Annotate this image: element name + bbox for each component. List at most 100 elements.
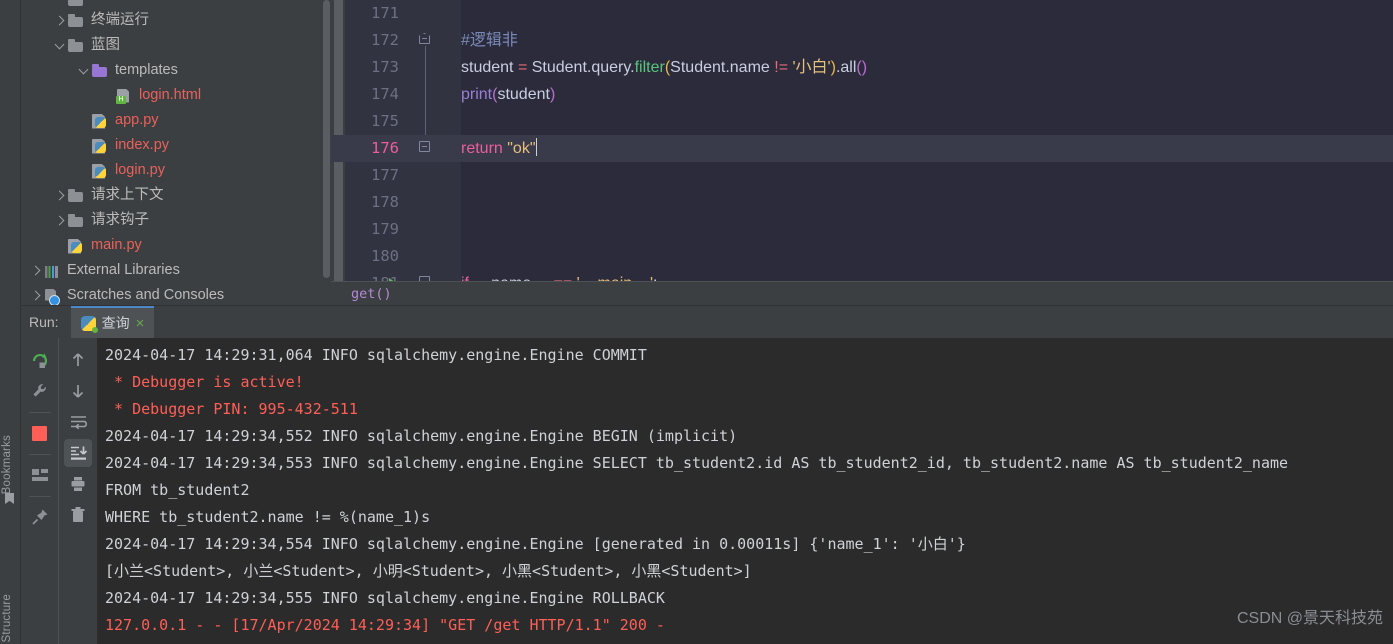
tree-item-main.py[interactable]: main.py — [21, 233, 331, 258]
breadcrumb[interactable]: get() — [331, 281, 1393, 305]
chevron-down-icon[interactable] — [77, 64, 91, 78]
code-line[interactable]: 173 student = Student.query.filter(Stude… — [331, 54, 1393, 81]
line-number: 177 — [345, 162, 399, 189]
tree-item-partial[interactable] — [21, 0, 331, 8]
chevron-right-icon[interactable] — [53, 189, 67, 203]
watermark: CSDN @景天科技苑 — [1237, 604, 1383, 628]
line-number: 180 — [345, 243, 399, 270]
console-line: [小兰<Student>, 小兰<Student>, 小明<Student>, … — [97, 558, 1393, 585]
tree-item-label: 蓝图 — [91, 33, 120, 58]
toolbar-divider — [29, 496, 51, 497]
tree-item-label: 请求上下文 — [91, 183, 164, 208]
tree-item-templates[interactable]: templates — [21, 58, 331, 83]
chevron-down-icon[interactable] — [53, 39, 67, 53]
bookmark-icon — [5, 493, 14, 504]
rerun-icon[interactable] — [26, 346, 54, 374]
tree-item-label: login.py — [115, 158, 165, 183]
toolbar-divider — [29, 454, 51, 455]
close-icon[interactable]: × — [136, 316, 145, 331]
scroll-to-end-icon[interactable] — [64, 439, 92, 467]
structure-tool-button[interactable]: Structure — [1, 594, 13, 642]
run-tab-label: 查询 — [102, 313, 130, 333]
code-line[interactable]: 180 — [331, 243, 1393, 270]
scratches-icon — [43, 288, 61, 304]
toolbar-divider — [29, 412, 51, 413]
chevron-right-icon[interactable] — [53, 14, 67, 28]
python-file-icon — [91, 113, 109, 129]
tree-item--[interactable]: 蓝图 — [21, 33, 331, 58]
line-number: 179 — [345, 216, 399, 243]
tree-item-login.py[interactable]: login.py — [21, 158, 331, 183]
breadcrumb-item-get[interactable]: get() — [351, 286, 392, 302]
print-icon[interactable] — [64, 470, 92, 498]
folder-icon — [67, 0, 85, 8]
console-line: FROM tb_student2 — [97, 477, 1393, 504]
code-line[interactable]: 171 — [331, 0, 1393, 27]
layout-icon[interactable] — [26, 461, 54, 489]
code-line[interactable]: 175 — [331, 108, 1393, 135]
tree-spacer — [101, 89, 115, 103]
code-line[interactable]: 172 #逻辑非 — [331, 27, 1393, 54]
tree-item-label: app.py — [115, 108, 159, 133]
run-toolbar-right — [59, 338, 97, 644]
tree-spacer — [77, 114, 91, 128]
line-number: 176 — [345, 135, 399, 162]
tree-item-label: main.py — [91, 233, 142, 258]
trash-icon[interactable] — [64, 501, 92, 529]
code-line[interactable]: 176 return "ok" — [331, 135, 1393, 162]
tree-item--[interactable]: 终端运行 — [21, 8, 331, 33]
tree-item-login.html[interactable]: login.html — [21, 83, 331, 108]
code-editor[interactable]: 171172 #逻辑非173 student = Student.query.f… — [331, 0, 1393, 281]
external-libraries-icon — [43, 263, 61, 279]
code-line[interactable]: 179 — [331, 216, 1393, 243]
bookmarks-tool-button[interactable]: Bookmarks — [1, 435, 13, 494]
line-number: 175 — [345, 108, 399, 135]
project-tree-panel[interactable]: 终端运行蓝图templateslogin.htmlapp.pyindex.pyl… — [21, 0, 331, 305]
scroll-down-icon[interactable] — [64, 377, 92, 405]
console-line: 2024-04-17 14:29:31,064 INFO sqlalchemy.… — [97, 342, 1393, 369]
code-line[interactable]: 177 — [331, 162, 1393, 189]
pin-icon[interactable] — [26, 503, 54, 531]
run-tab-query[interactable]: 查询 × — [71, 306, 155, 339]
code-line[interactable]: 181if __name__ == '__main__': — [331, 270, 1393, 281]
pycharm-window: Bookmarks Structure 终端运行蓝图templateslogin… — [0, 0, 1393, 644]
code-line-text: return "ok" — [461, 135, 537, 162]
run-tool-window-header: Run: 查询 × — [21, 305, 1393, 338]
code-line[interactable]: 174 print(student) — [331, 81, 1393, 108]
tree-item-index.py[interactable]: index.py — [21, 133, 331, 158]
stop-icon[interactable] — [26, 419, 54, 447]
html-file-icon — [115, 88, 133, 104]
console-line: 2024-04-17 14:29:34,553 INFO sqlalchemy.… — [97, 450, 1393, 477]
tree-item-label: templates — [115, 58, 178, 83]
soft-wrap-icon[interactable] — [64, 408, 92, 436]
folder-icon — [67, 213, 85, 229]
code-fold-icon[interactable] — [419, 141, 430, 152]
tree-item--[interactable]: 请求上下文 — [21, 183, 331, 208]
console-line: * Debugger is active! — [97, 369, 1393, 396]
left-tool-strip: Bookmarks Structure — [0, 0, 21, 644]
tree-item-label: login.html — [139, 83, 201, 108]
console-line: 2024-04-17 14:29:34,552 INFO sqlalchemy.… — [97, 423, 1393, 450]
tree-item-external-libraries[interactable]: External Libraries — [21, 258, 331, 283]
code-fold-icon[interactable] — [419, 33, 430, 44]
tree-item-scratches-and-consoles[interactable]: Scratches and Consoles — [21, 283, 331, 305]
tree-item-app.py[interactable]: app.py — [21, 108, 331, 133]
scroll-up-icon[interactable] — [64, 346, 92, 374]
settings-wrench-icon[interactable] — [26, 377, 54, 405]
tree-spacer — [77, 164, 91, 178]
chevron-right-icon[interactable] — [29, 264, 43, 278]
chevron-right-icon[interactable] — [29, 289, 43, 303]
console-output[interactable]: 2024-04-17 14:29:31,064 INFO sqlalchemy.… — [97, 338, 1393, 644]
tree-item-label: 终端运行 — [91, 8, 149, 33]
tree-item--[interactable]: 请求钩子 — [21, 208, 331, 233]
scrollbar-thumb[interactable] — [323, 0, 330, 278]
tree-spacer — [53, 0, 67, 8]
python-file-icon — [91, 138, 109, 154]
chevron-right-icon[interactable] — [53, 214, 67, 228]
code-line[interactable]: 178 — [331, 189, 1393, 216]
project-tree-scrollbar[interactable] — [322, 0, 331, 305]
code-line-text: if __name__ == '__main__': — [461, 270, 657, 281]
tree-item-label: External Libraries — [67, 258, 180, 283]
run-window-title: Run: — [21, 314, 71, 330]
tree-item-label: 请求钩子 — [91, 208, 149, 233]
